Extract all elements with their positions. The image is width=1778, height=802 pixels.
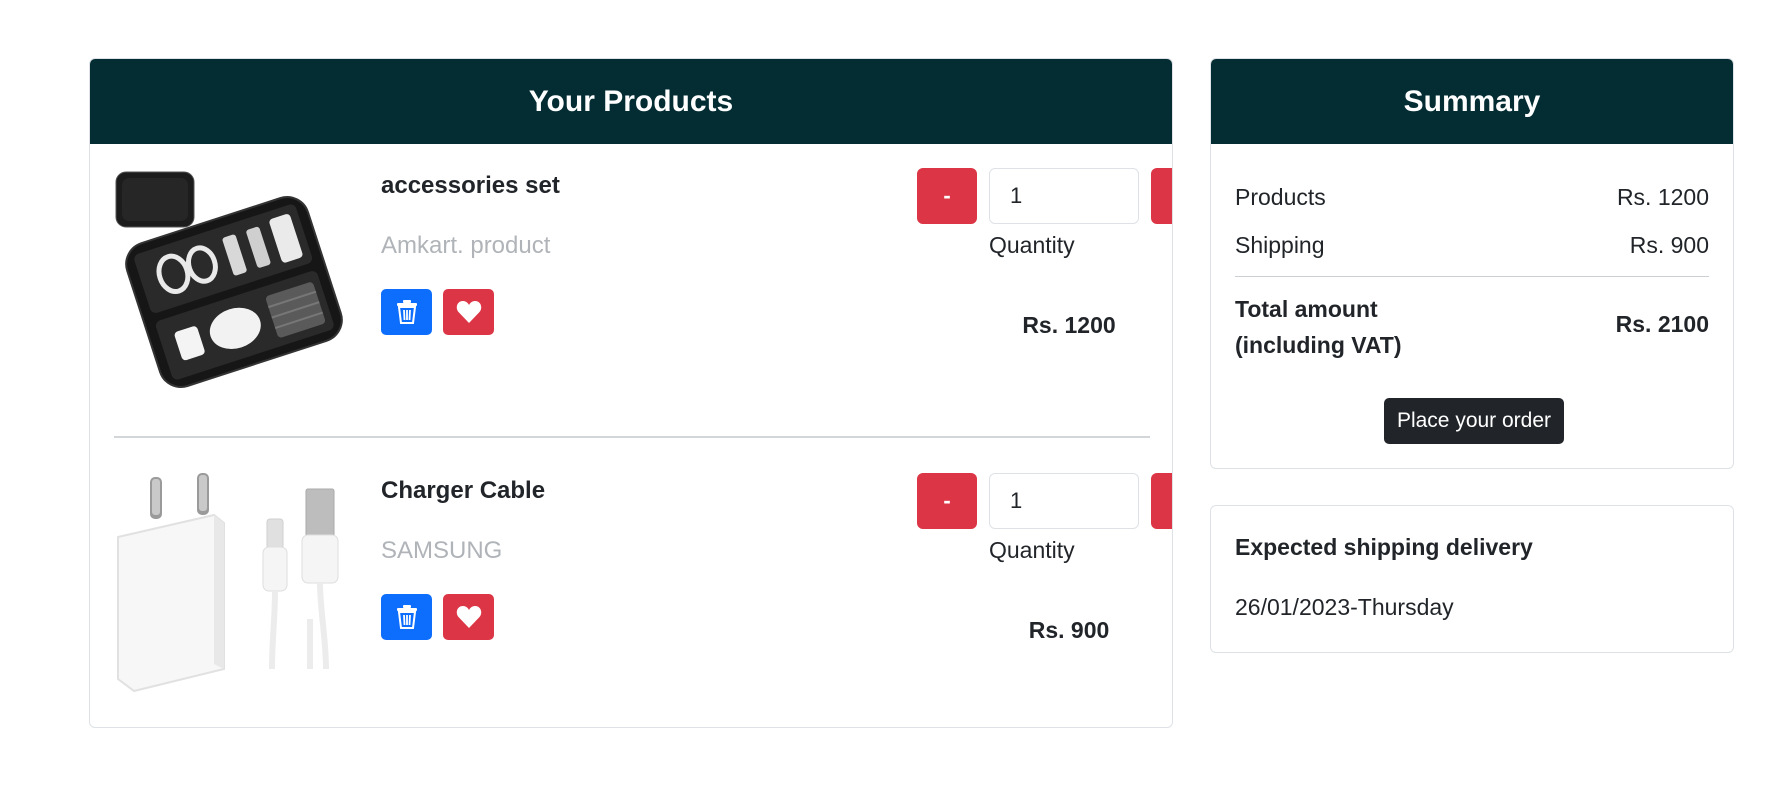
product-brand: Amkart. product [381, 232, 551, 259]
trash-icon [396, 300, 417, 324]
product-price: Rs. 900 [1028, 617, 1110, 643]
summary-products-value: Rs. 1200 [1616, 184, 1709, 210]
quantity-label: Quantity [989, 537, 1075, 563]
product-brand: SAMSUNG [381, 537, 503, 564]
decrease-quantity-button[interactable]: - [917, 168, 977, 224]
delete-button[interactable] [381, 289, 432, 335]
delivery-date: 26/01/2023-Thursday [1235, 594, 1454, 620]
summary-card: Summary Products Rs. 1200 Shipping Rs. 9… [1210, 58, 1734, 469]
product-name: Charger Cable [381, 477, 546, 504]
total-label-line1: Total amount [1235, 296, 1378, 322]
charger-adapter-cable-image [114, 469, 344, 699]
total-label-line2: (including VAT) [1235, 332, 1402, 358]
heart-icon [456, 606, 481, 628]
summary-shipping-value: Rs. 900 [1629, 232, 1709, 258]
trash-icon [396, 605, 417, 629]
summary-shipping-line: Shipping Rs. 900 [1235, 232, 1709, 259]
products-header: Your Products [90, 59, 1172, 144]
products-card: Your Products accessories set Amkart. pr… [89, 58, 1173, 728]
summary-header: Summary [1211, 59, 1733, 144]
delete-button[interactable] [381, 594, 432, 640]
delivery-title: Expected shipping delivery [1235, 534, 1533, 560]
summary-products-line: Products Rs. 1200 [1235, 184, 1709, 211]
increase-quantity-button[interactable]: + [1151, 168, 1172, 224]
favorite-button[interactable] [443, 289, 494, 335]
total-amount-label: Total amount (including VAT) [1235, 291, 1402, 363]
heart-icon [456, 301, 481, 323]
product-name: accessories set [381, 172, 560, 199]
place-order-button[interactable]: Place your order [1384, 398, 1564, 444]
increase-quantity-button[interactable]: + [1151, 473, 1172, 529]
summary-shipping-label: Shipping [1235, 232, 1325, 258]
product-price: Rs. 1200 [1022, 312, 1116, 338]
electronics-organizer-case-image [114, 164, 344, 394]
product-row: Charger Cable SAMSUNG - + Quantity Rs. 9… [114, 449, 1172, 727]
summary-products-label: Products [1235, 184, 1326, 210]
delivery-card: Expected shipping delivery 26/01/2023-Th… [1210, 505, 1734, 653]
summary-divider [1235, 276, 1709, 277]
quantity-input[interactable] [989, 168, 1139, 224]
quantity-label: Quantity [989, 232, 1075, 258]
decrease-quantity-button[interactable]: - [917, 473, 977, 529]
total-amount-value: Rs. 2100 [1615, 311, 1709, 337]
quantity-input[interactable] [989, 473, 1139, 529]
favorite-button[interactable] [443, 594, 494, 640]
row-divider [114, 436, 1150, 438]
product-row: accessories set Amkart. product - + Quan… [114, 144, 1172, 434]
